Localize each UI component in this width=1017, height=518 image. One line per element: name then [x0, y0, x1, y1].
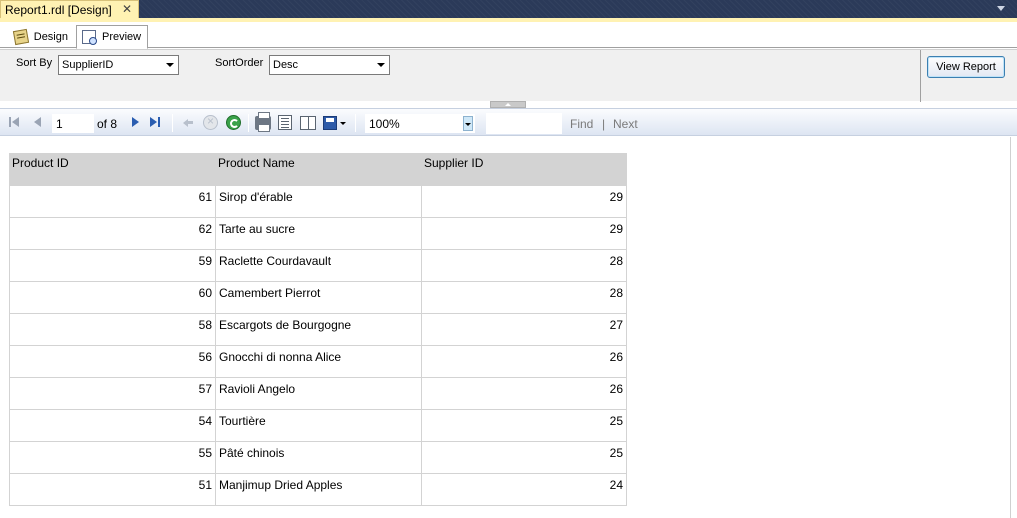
cell-product-name: Sirop d'érable: [215, 185, 422, 218]
column-header-supplier-id: Supplier ID: [421, 153, 627, 186]
sort-order-select[interactable]: Desc: [269, 55, 390, 75]
table-row: 51 Manjimup Dried Apples 24: [9, 473, 627, 506]
table-row: 55 Pâté chinois 25: [9, 441, 627, 474]
cell-supplier-id: 29: [421, 185, 627, 218]
tab-preview-label: Preview: [102, 31, 142, 43]
report-toolbar: 1 of 8 100% Find | Next: [0, 108, 1017, 136]
toolbar-separator: [172, 114, 173, 132]
tab-preview[interactable]: Preview: [76, 25, 148, 49]
find-separator: |: [602, 117, 606, 131]
find-link[interactable]: Find: [570, 117, 593, 131]
close-icon[interactable]: ✕: [121, 3, 133, 15]
preview-icon: [82, 30, 97, 45]
table-header-row: Product ID Product Name Supplier ID: [9, 153, 627, 186]
column-header-product-id: Product ID: [9, 153, 216, 186]
cell-product-name: Manjimup Dried Apples: [215, 473, 422, 506]
cell-supplier-id: 26: [421, 345, 627, 378]
table-row: 58 Escargots de Bourgogne 27: [9, 313, 627, 346]
of-label: of: [97, 117, 108, 131]
parameter-divider: [920, 50, 921, 102]
cell-product-id: 60: [9, 281, 216, 314]
sort-order-label: SortOrder: [215, 57, 264, 69]
toolbar-separator: [248, 114, 249, 132]
refresh-icon[interactable]: [226, 115, 241, 130]
cell-product-id: 61: [9, 185, 216, 218]
cell-supplier-id: 28: [421, 249, 627, 282]
chevron-down-icon: [166, 63, 174, 67]
print-layout-icon[interactable]: [278, 115, 292, 130]
page-count-label: of 8: [97, 117, 117, 131]
design-icon: [12, 28, 29, 45]
sort-by-value: SupplierID: [62, 59, 114, 71]
page-setup-icon[interactable]: [300, 116, 316, 130]
view-tab-bar: Design Preview: [0, 22, 1017, 49]
cell-product-id: 54: [9, 409, 216, 442]
chevron-down-icon: [463, 116, 473, 131]
last-page-icon[interactable]: [150, 115, 162, 131]
table-row: 61 Sirop d'érable 29: [9, 185, 627, 218]
report-viewer-body: Product ID Product Name Supplier ID 61 S…: [0, 137, 1010, 518]
parameter-area: Sort By SupplierID SortOrder Desc View R…: [0, 49, 1017, 102]
sort-by-label: Sort By: [16, 57, 53, 69]
page-number-input[interactable]: 1: [52, 114, 94, 133]
stop-rendering-icon[interactable]: [203, 114, 218, 130]
table-row: 54 Tourtière 25: [9, 409, 627, 442]
tab-design[interactable]: Design: [8, 25, 74, 48]
zoom-select[interactable]: 100%: [365, 114, 475, 133]
cell-product-id: 55: [9, 441, 216, 474]
export-dropdown-icon[interactable]: [340, 122, 346, 125]
total-pages: 8: [110, 117, 118, 131]
cell-supplier-id: 24: [421, 473, 627, 506]
right-edge-border: [1010, 137, 1017, 518]
document-tab-title: Report1.rdl [Design]: [5, 3, 112, 17]
zoom-value: 100%: [369, 117, 400, 131]
cell-product-name: Raclette Courdavault: [215, 249, 422, 282]
tab-list-dropdown-icon[interactable]: [997, 6, 1005, 11]
table-row: 56 Gnocchi di nonna Alice 26: [9, 345, 627, 378]
cell-product-name: Tarte au sucre: [215, 217, 422, 250]
document-tab-strip: Report1.rdl [Design] ✕: [0, 0, 1017, 19]
report-designer-window: Design Preview Sort By SupplierID SortOr…: [0, 18, 1017, 518]
find-text-input[interactable]: [486, 113, 562, 134]
document-tab[interactable]: Report1.rdl [Design] ✕: [0, 0, 139, 19]
cell-product-name: Escargots de Bourgogne: [215, 313, 422, 346]
table-row: 59 Raclette Courdavault 28: [9, 249, 627, 282]
cell-product-id: 62: [9, 217, 216, 250]
cell-product-name: Camembert Pierrot: [215, 281, 422, 314]
table-row: 57 Ravioli Angelo 26: [9, 377, 627, 410]
cell-product-id: 56: [9, 345, 216, 378]
first-page-icon[interactable]: [9, 115, 21, 131]
tab-design-label: Design: [33, 30, 68, 43]
view-report-button[interactable]: View Report: [927, 56, 1005, 78]
sort-by-select[interactable]: SupplierID: [58, 55, 179, 75]
report-table: Product ID Product Name Supplier ID 61 S…: [9, 153, 627, 506]
cell-product-name: Tourtière: [215, 409, 422, 442]
cell-product-id: 58: [9, 313, 216, 346]
cell-supplier-id: 26: [421, 377, 627, 410]
cell-product-id: 51: [9, 473, 216, 506]
back-to-parent-icon[interactable]: [182, 115, 194, 131]
cell-supplier-id: 25: [421, 409, 627, 442]
cell-product-name: Gnocchi di nonna Alice: [215, 345, 422, 378]
cell-supplier-id: 29: [421, 217, 627, 250]
chevron-down-icon: [377, 63, 385, 67]
cell-product-name: Ravioli Angelo: [215, 377, 422, 410]
table-row: 62 Tarte au sucre 29: [9, 217, 627, 250]
cell-product-id: 57: [9, 377, 216, 410]
toolbar-separator: [355, 114, 356, 132]
export-icon[interactable]: [323, 116, 337, 130]
find-next-link[interactable]: Next: [613, 117, 638, 131]
sort-order-value: Desc: [273, 59, 299, 71]
next-page-icon[interactable]: [130, 115, 140, 131]
collapse-parameters-handle[interactable]: [490, 101, 526, 108]
previous-page-icon[interactable]: [33, 115, 43, 131]
cell-product-name: Pâté chinois: [215, 441, 422, 474]
column-header-product-name: Product Name: [215, 153, 422, 186]
cell-supplier-id: 28: [421, 281, 627, 314]
print-icon[interactable]: [255, 112, 271, 132]
cell-supplier-id: 27: [421, 313, 627, 346]
cell-product-id: 59: [9, 249, 216, 282]
cell-supplier-id: 25: [421, 441, 627, 474]
table-row: 60 Camembert Pierrot 28: [9, 281, 627, 314]
